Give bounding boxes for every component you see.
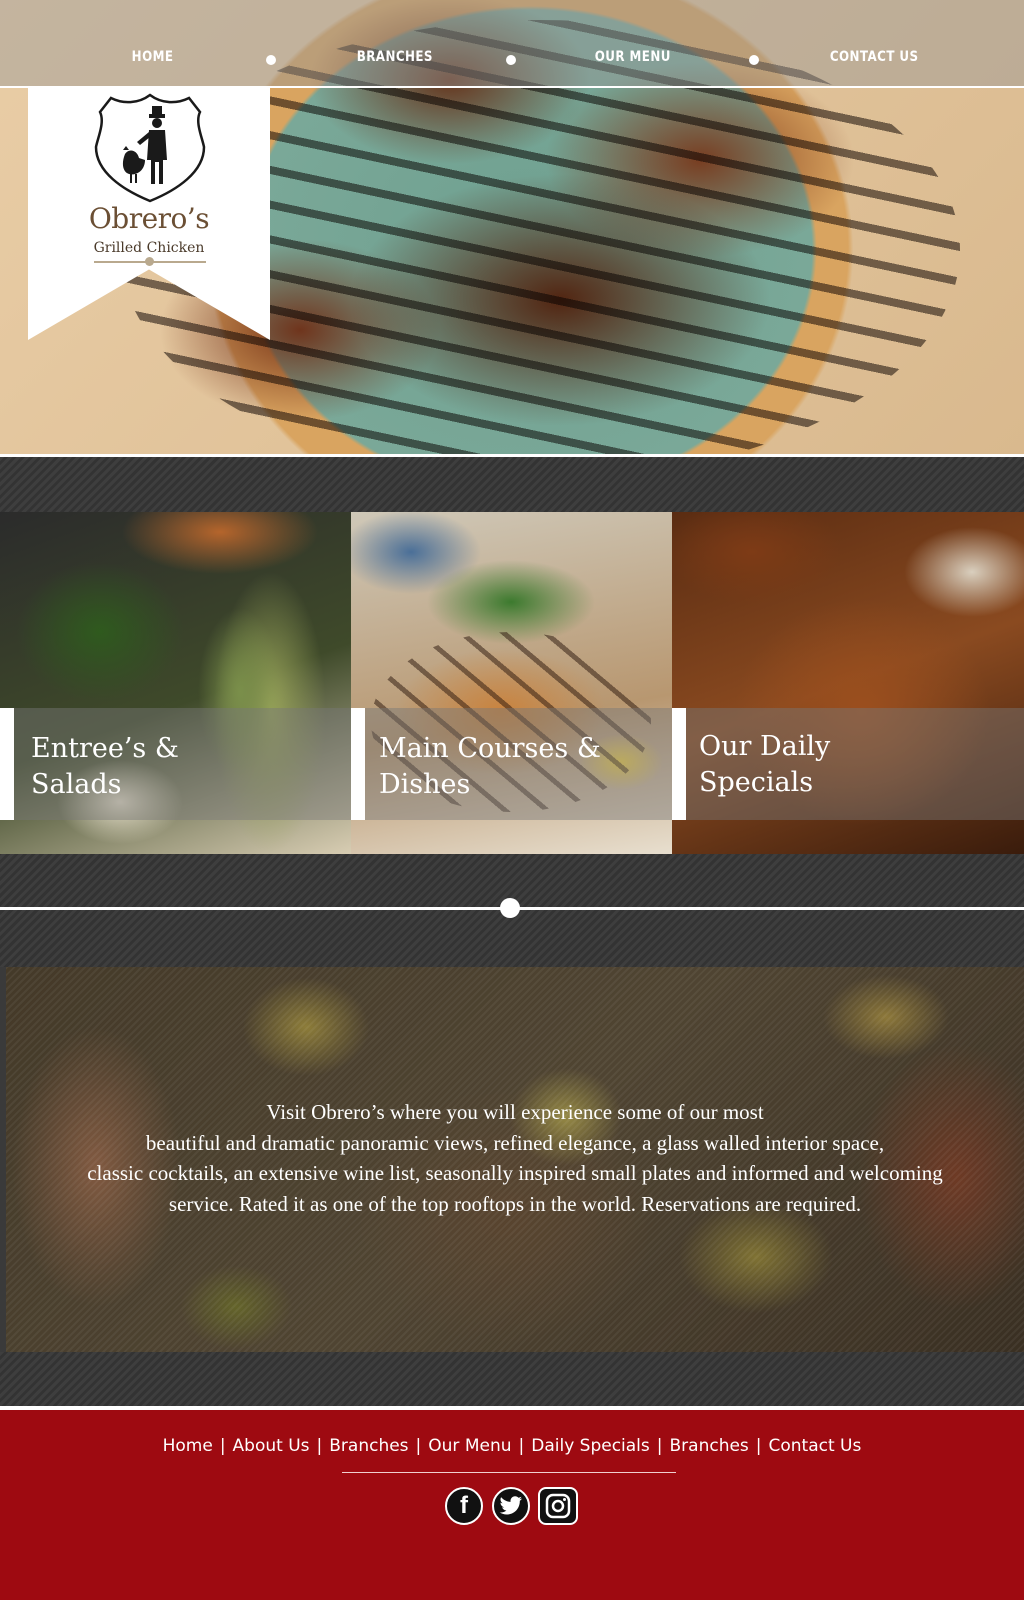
section-divider-dot (500, 898, 520, 918)
about-line: service. Rated it as one of the top roof… (168, 1191, 862, 1216)
about-section: Visit Obrero’s where you will experience… (6, 967, 1024, 1352)
footer-link-branches[interactable]: Branches (329, 1436, 408, 1456)
nav-separator-dot (749, 55, 759, 65)
top-nav: HOME BRANCHES OUR MENU CONTACT US (0, 0, 1024, 88)
twitter-bird-icon (499, 1496, 523, 1515)
footer-separator: | (656, 1436, 663, 1456)
about-bottom-band (0, 1352, 1024, 1406)
footer-links: Home | About Us | Branches | Our Menu | Daily Sp… (0, 1436, 1024, 1456)
instagram-icon[interactable] (538, 1487, 578, 1525)
nav-separator-dot (506, 55, 516, 65)
category-label-line: Salads (31, 769, 122, 800)
footer-link-branches-2[interactable]: Branches (670, 1436, 749, 1456)
instagram-camera-icon (545, 1493, 571, 1519)
category-label-line: Dishes (379, 769, 471, 800)
category-label-line: Specials (699, 767, 814, 798)
footer-link-contact-us[interactable]: Contact Us (769, 1436, 862, 1456)
logo-subtitle: Grilled Chicken (93, 240, 205, 256)
footer-rule (342, 1472, 676, 1473)
category-label-daily-specials[interactable]: Our Daily Specials (699, 729, 830, 801)
nav-branches[interactable]: BRANCHES (357, 49, 433, 65)
logo-name: Obrero’s (88, 202, 210, 235)
category-label-line: Entree’s & (31, 733, 179, 764)
nav-contact-us[interactable]: CONTACT US (830, 49, 919, 65)
footer-separator: | (219, 1436, 226, 1456)
footer-separator: | (518, 1436, 525, 1456)
nav-separator-dot (266, 55, 276, 65)
logo-underline-dot (145, 257, 154, 266)
facebook-icon[interactable]: f (445, 1487, 483, 1525)
facebook-glyph: f (460, 1492, 468, 1519)
footer-link-our-menu[interactable]: Our Menu (428, 1436, 511, 1456)
footer-link-home[interactable]: Home (163, 1436, 213, 1456)
footer-separator: | (316, 1436, 323, 1456)
category-label-line: Main Courses & (379, 733, 601, 764)
about-line: classic cocktails, an extensive wine lis… (87, 1161, 943, 1185)
about-text: Visit Obrero’s where you will experience… (6, 1097, 1024, 1219)
footer-separator: | (415, 1436, 422, 1456)
category-label-entrees[interactable]: Entree’s & Salads (31, 731, 179, 803)
category-accent-bar (351, 708, 365, 820)
about-line: Visit Obrero’s where you will experience… (266, 1100, 764, 1124)
nav-home[interactable]: HOME (132, 49, 174, 65)
category-accent-bar (0, 708, 14, 820)
logo-shield-icon (94, 93, 206, 203)
category-label-main-courses[interactable]: Main Courses & Dishes (379, 731, 601, 803)
footer-link-about-us[interactable]: About Us (233, 1436, 310, 1456)
category-label-line: Our Daily (699, 731, 831, 762)
nav-our-menu[interactable]: OUR MENU (595, 49, 671, 65)
twitter-icon[interactable] (492, 1487, 530, 1525)
about-line: beautiful and dramatic panoramic views, … (145, 1130, 885, 1155)
footer-separator: | (755, 1436, 762, 1456)
footer-link-daily-specials[interactable]: Daily Specials (531, 1436, 650, 1456)
category-accent-bar (672, 708, 686, 820)
